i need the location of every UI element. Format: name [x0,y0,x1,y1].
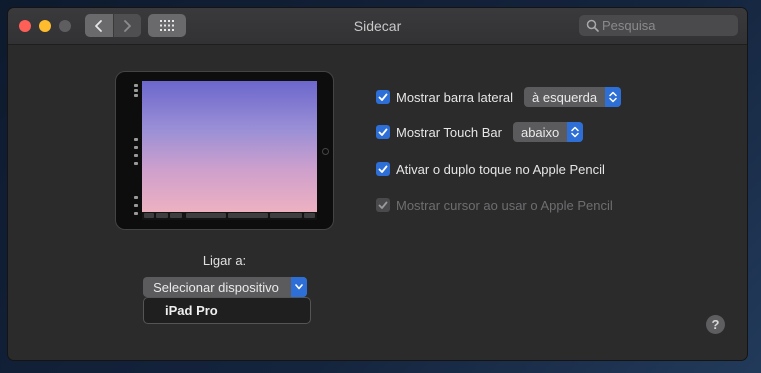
touch-bar-position-select[interactable]: abaixo [512,122,584,142]
home-button-illustration [322,148,329,155]
device-select[interactable]: Selecionar dispositivo [143,277,307,297]
title-bar: Sidecar [8,8,747,45]
option-label: Mostrar Touch Bar [396,124,502,140]
option-label: Mostrar barra lateral [396,89,514,105]
search-field[interactable] [579,15,738,36]
search-icon [586,19,599,32]
connect-label: Ligar a: [202,253,247,268]
checkbox-show-sidebar[interactable] [376,90,390,104]
option-show-sidebar[interactable]: Mostrar barra lateral à esquerda [376,87,622,107]
touch-bar-preview [142,212,317,220]
menu-item-ipad-pro[interactable]: iPad Pro [165,303,218,318]
sidebar-position-select[interactable]: à esquerda [524,87,622,107]
help-icon[interactable]: ? [706,315,725,334]
ipad-illustration [116,72,333,229]
search-input[interactable] [602,18,737,33]
checkmark-icon [378,128,388,136]
checkmark-icon [378,201,388,209]
popup-arrows-icon [291,277,307,297]
checkmark-icon [378,93,388,101]
sidebar-preview [134,84,138,216]
checkbox-show-pencil-cursor [376,198,390,212]
select-value: abaixo [520,124,560,140]
option-show-touch-bar[interactable]: Mostrar Touch Bar abaixo [376,122,584,142]
select-value: à esquerda [532,89,598,105]
ipad-screen [142,81,317,219]
popup-arrows-icon [605,87,622,107]
option-show-pencil-cursor: Mostrar cursor ao usar o Apple Pencil [376,195,613,215]
popup-arrows-icon [567,122,584,142]
option-label: Ativar o duplo toque no Apple Pencil [396,161,605,177]
checkmark-icon [378,165,388,173]
checkbox-pencil-double-tap[interactable] [376,162,390,176]
option-label: Mostrar cursor ao usar o Apple Pencil [396,197,613,213]
preferences-window: Sidecar Ligar a: Selecionar dispositivo … [8,8,747,360]
device-select-value: Selecionar dispositivo [153,279,279,295]
device-menu: iPad Pro [143,297,311,324]
checkbox-show-touch-bar[interactable] [376,125,390,139]
option-pencil-double-tap[interactable]: Ativar o duplo toque no Apple Pencil [376,159,605,179]
